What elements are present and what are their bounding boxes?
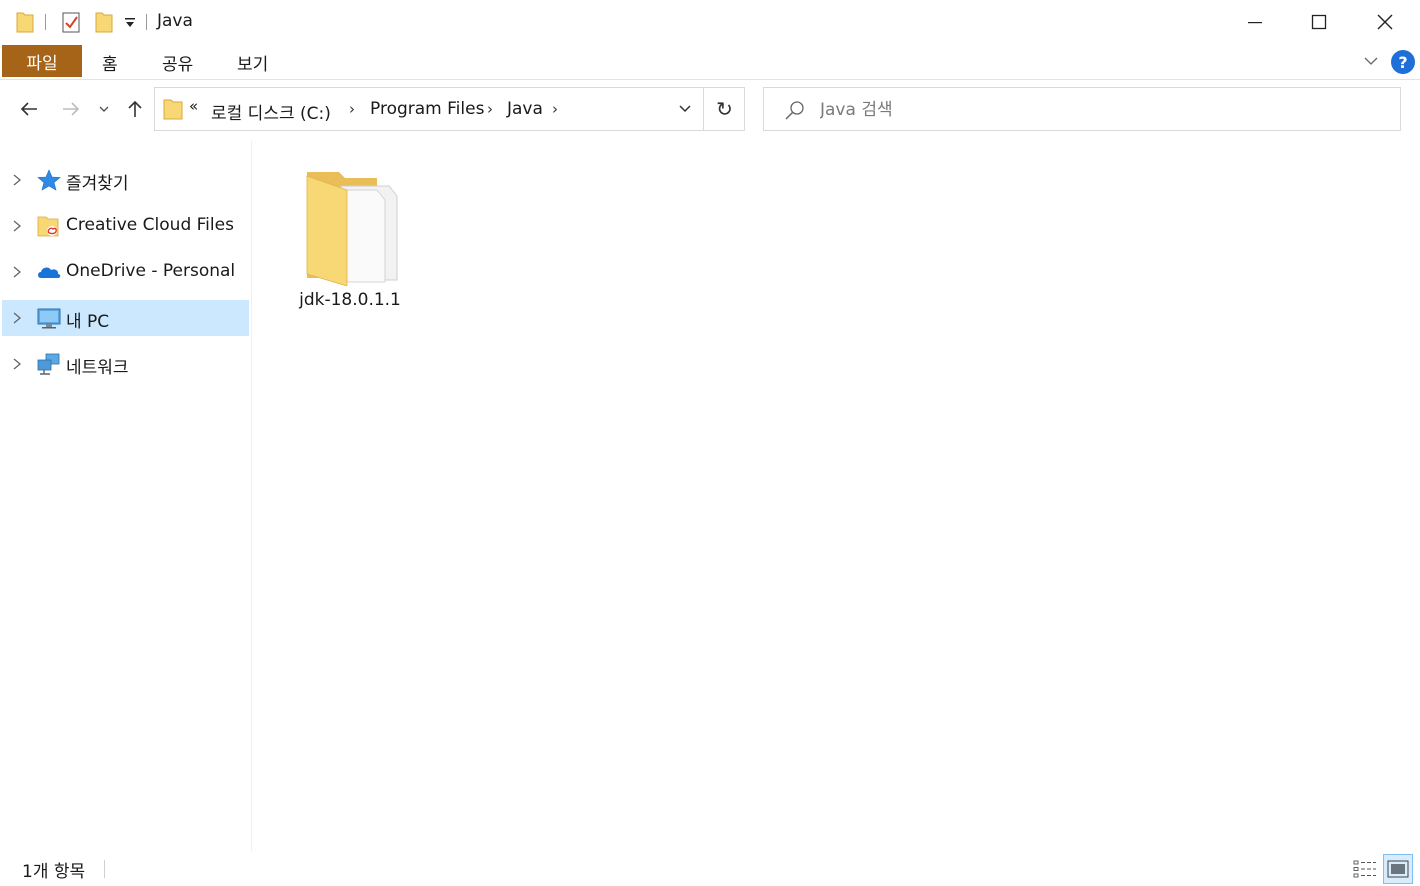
onedrive-cloud-icon (38, 267, 61, 278)
arrow-up-icon (128, 100, 142, 117)
close-button[interactable] (1352, 0, 1418, 44)
sidebar-item-network[interactable]: 네트워크 (2, 346, 249, 382)
minimize-icon (1248, 22, 1262, 24)
sidebar-item-label: 즐겨찾기 (66, 174, 129, 194)
up-button[interactable] (120, 94, 150, 124)
address-overflow[interactable]: « (189, 97, 198, 115)
tab-share[interactable]: 공유 (162, 48, 193, 76)
title-bar: Java (0, 0, 1420, 44)
properties-icon[interactable] (61, 11, 81, 33)
breadcrumb-chevron-icon[interactable]: › (349, 100, 355, 118)
chevron-right-icon[interactable] (10, 356, 24, 372)
sidebar-item-onedrive[interactable]: OneDrive - Personal (2, 254, 249, 290)
status-separator (104, 860, 105, 878)
sidebar-item-favorites[interactable]: 즐겨찾기 (2, 162, 249, 198)
file-list: jdk-18.0.1.1 (253, 140, 1420, 852)
title-separator (146, 14, 147, 30)
help-button[interactable]: ? (1391, 50, 1415, 74)
chevron-right-icon[interactable] (10, 218, 24, 234)
address-bar[interactable]: « 로컬 디스크 (C:) › Program Files › Java › ↻ (154, 87, 745, 131)
navigation-pane: 즐겨찾기 Creative Cloud Files OneDrive - Per… (0, 140, 252, 852)
customize-quick-access-icon[interactable] (124, 16, 136, 30)
window-title: Java (157, 11, 193, 31)
sidebar-item-label: 내 PC (66, 312, 110, 332)
breadcrumb-chevron-icon[interactable]: › (487, 100, 493, 118)
close-icon (1377, 14, 1393, 30)
back-button[interactable] (14, 94, 44, 124)
breadcrumb-java[interactable]: Java (507, 99, 543, 119)
maximize-icon (1311, 14, 1327, 30)
new-folder-icon[interactable] (95, 11, 113, 33)
refresh-icon: ↻ (716, 97, 733, 121)
navigation-bar: « 로컬 디스크 (C:) › Program Files › Java › ↻ (0, 82, 1420, 138)
folder-icon[interactable] (16, 11, 34, 33)
chevron-right-icon[interactable] (10, 310, 24, 326)
large-folder-icon (306, 172, 398, 286)
breadcrumb-program-files[interactable]: Program Files (370, 99, 484, 119)
details-view-icon (1353, 860, 1376, 878)
quick-access-separator (45, 14, 46, 30)
chevron-right-icon[interactable] (10, 172, 24, 188)
sidebar-item-this-pc[interactable]: 내 PC (2, 300, 249, 336)
tab-file[interactable]: 파일 (2, 45, 82, 77)
breadcrumb-local-disk[interactable]: 로컬 디스크 (C:) (211, 99, 331, 124)
computer-icon (37, 308, 61, 329)
sidebar-item-label: Creative Cloud Files (66, 215, 234, 235)
large-icons-view-icon (1387, 860, 1409, 878)
expand-ribbon-icon[interactable] (1362, 52, 1380, 70)
creative-cloud-folder-icon (37, 216, 59, 237)
minimize-button[interactable] (1222, 0, 1288, 44)
folder-item-jdk[interactable]: jdk-18.0.1.1 (297, 164, 407, 314)
arrow-right-icon (63, 102, 80, 116)
search-input[interactable] (820, 97, 1380, 123)
refresh-button[interactable]: ↻ (703, 88, 745, 130)
sidebar-item-label: OneDrive - Personal (66, 261, 236, 281)
maximize-button[interactable] (1286, 0, 1352, 44)
chevron-right-icon[interactable] (10, 264, 24, 280)
star-icon (37, 169, 61, 191)
network-icon (37, 353, 60, 375)
details-view-button[interactable] (1350, 854, 1380, 884)
forward-button[interactable] (56, 94, 86, 124)
item-count: 1개 항목 (22, 862, 86, 882)
tab-home[interactable]: 홈 (102, 48, 118, 76)
ribbon: 파일 홈 공유 보기 (0, 44, 1420, 80)
folder-name: jdk-18.0.1.1 (299, 290, 401, 310)
chevron-down-icon (679, 105, 691, 113)
arrow-left-icon (20, 102, 37, 116)
large-icons-view-button[interactable] (1383, 854, 1413, 884)
sidebar-item-creative-cloud[interactable]: Creative Cloud Files (2, 208, 249, 244)
sidebar-item-label: 네트워크 (66, 358, 129, 378)
chevron-down-icon (99, 106, 109, 112)
breadcrumb-chevron-icon[interactable]: › (552, 100, 558, 118)
search-box[interactable] (763, 87, 1401, 131)
address-history-button[interactable] (665, 88, 705, 130)
recent-locations-button[interactable] (92, 94, 116, 124)
tab-view[interactable]: 보기 (237, 48, 268, 76)
search-icon (785, 101, 804, 120)
status-bar: 1개 항목 (0, 852, 1420, 886)
folder-icon (163, 99, 183, 120)
